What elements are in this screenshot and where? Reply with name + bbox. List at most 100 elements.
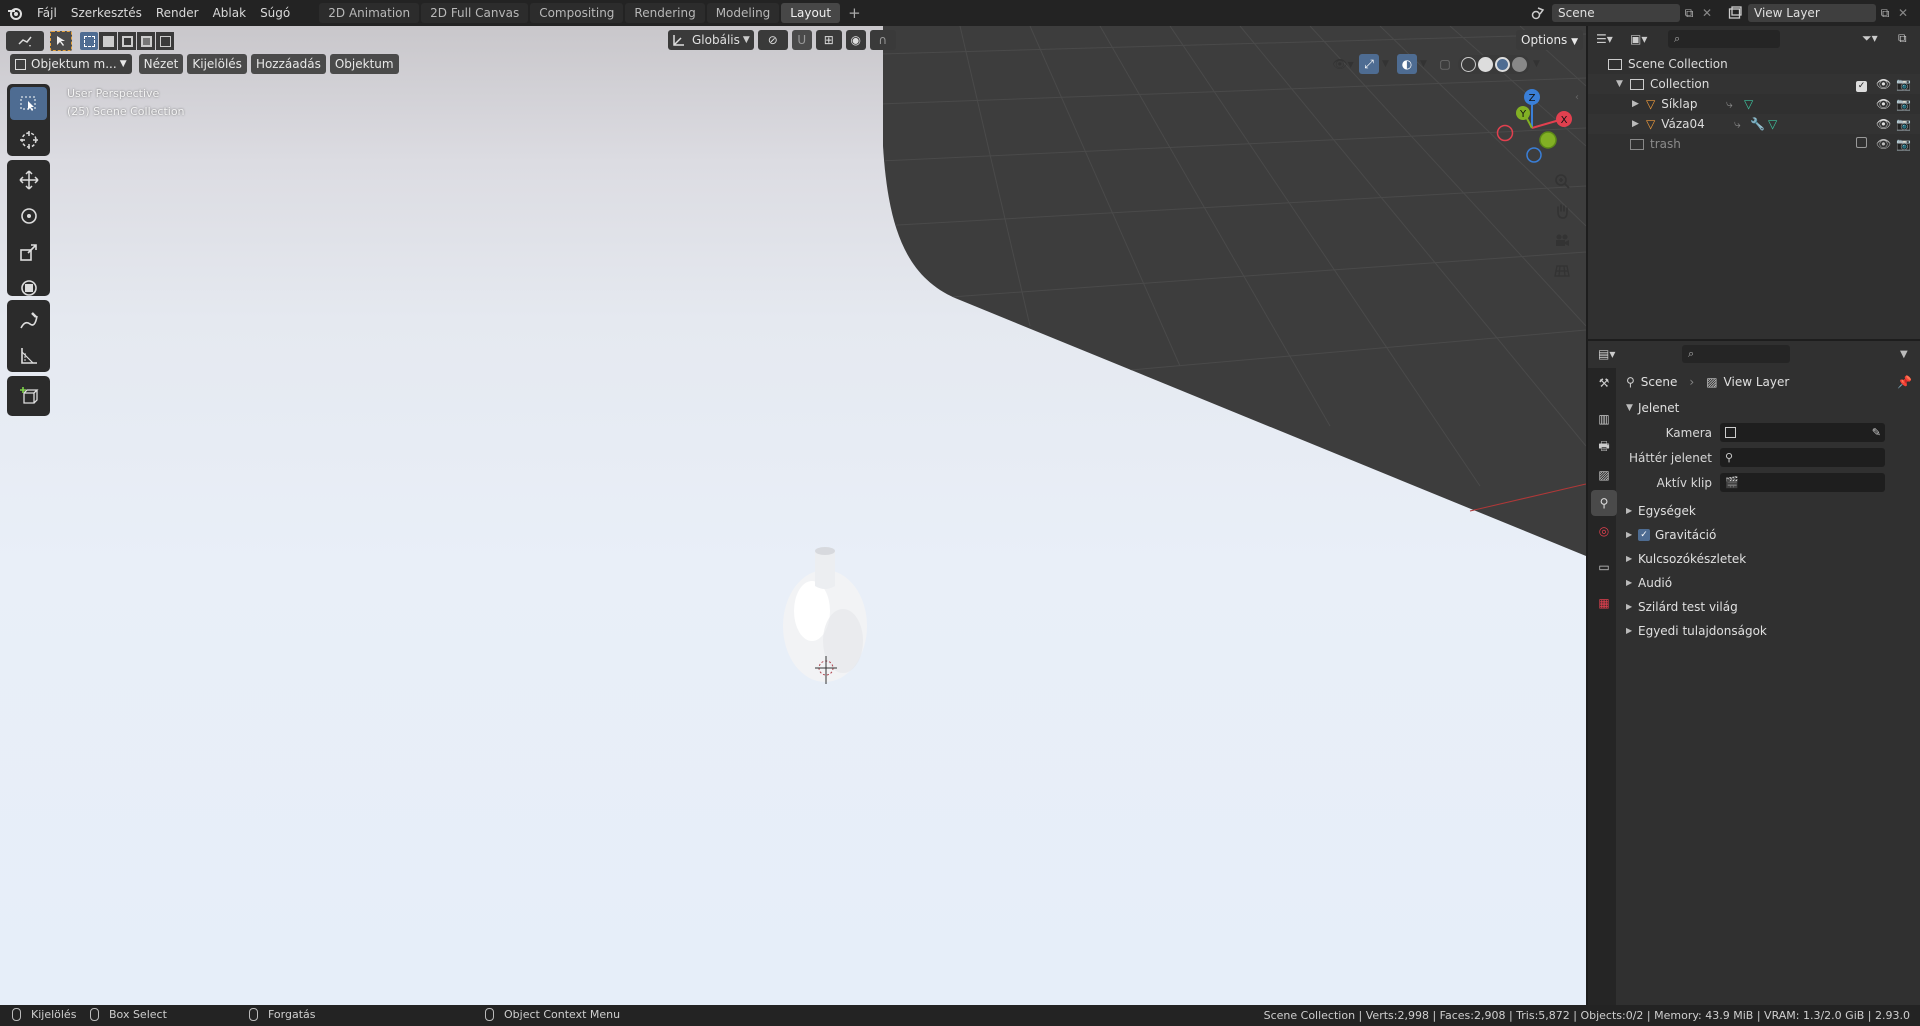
navigation-gizmo[interactable]: Z X Y	[1492, 86, 1574, 168]
properties-editor-type-icon[interactable]: ▤▾	[1598, 347, 1628, 361]
outliner-row-siklap[interactable]: ▶ ▽ Síklap ⤷ ▽ 👁 📷	[1588, 94, 1920, 114]
transform-orientation-dropdown[interactable]: Globális ▼	[668, 30, 754, 50]
tool-tab-icon[interactable]: ⚒	[1591, 370, 1617, 396]
measure-tool[interactable]	[10, 339, 47, 372]
background-scene-field[interactable]: ⚲	[1720, 448, 1885, 467]
select-mode-invert-button[interactable]	[137, 32, 155, 50]
menu-object[interactable]: Objektum	[329, 54, 399, 74]
delete-scene-icon[interactable]: ✕	[1698, 6, 1716, 20]
properties-search-field[interactable]: ⌕	[1682, 345, 1790, 363]
sidebar-toggle-icon[interactable]: ‹	[1575, 92, 1579, 103]
tab-2d-full-canvas[interactable]: 2D Full Canvas	[421, 3, 529, 23]
panel-rigid-body-world-header[interactable]: ▶ Szilárd test világ	[1616, 595, 1920, 619]
menu-edit[interactable]: Szerkesztés	[64, 0, 149, 26]
expand-arrow-icon[interactable]: ▶	[1632, 114, 1646, 134]
menu-help[interactable]: Súgó	[253, 0, 297, 26]
world-tab-icon[interactable]: ◎	[1591, 518, 1617, 544]
zoom-icon[interactable]	[1549, 168, 1575, 194]
snap-toggle-icon[interactable]: ᑌ	[791, 30, 812, 50]
panel-custom-properties-header[interactable]: ▶ Egyedi tulajdonságok	[1616, 619, 1920, 643]
select-mode-intersect-button[interactable]	[156, 32, 174, 50]
eye-icon[interactable]: 👁	[1876, 134, 1891, 154]
select-box-tool[interactable]	[10, 87, 47, 120]
gizmo-toggle-icon[interactable]: ⤢	[1359, 54, 1379, 74]
rotate-tool[interactable]	[10, 199, 47, 232]
outliner-search-field[interactable]: ⌕	[1668, 29, 1780, 48]
menu-window[interactable]: Ablak	[206, 0, 253, 26]
select-mode-new-button[interactable]	[80, 32, 98, 50]
panel-units-header[interactable]: ▶ Egységek	[1616, 499, 1920, 523]
outliner-row-trash[interactable]: trash 👁 📷	[1588, 134, 1920, 154]
collection-tab-icon[interactable]: ▭	[1591, 554, 1617, 580]
tab-rendering[interactable]: Rendering	[625, 3, 705, 23]
menu-render[interactable]: Render	[149, 0, 206, 26]
view-layer-icon[interactable]	[1722, 3, 1748, 23]
cursor-tool[interactable]	[10, 123, 47, 156]
display-mode-icon[interactable]: ▣▾	[1630, 32, 1658, 46]
active-clip-field[interactable]: 🎬	[1720, 473, 1885, 492]
select-mode-subtract-button[interactable]	[118, 32, 136, 50]
scene-name-field[interactable]: Scene	[1552, 4, 1680, 22]
new-scene-icon[interactable]: ⧉	[1680, 6, 1698, 21]
scene-tab-icon[interactable]: ⚲	[1591, 490, 1617, 516]
camera-render-icon[interactable]: 📷	[1896, 134, 1911, 154]
filter-icon[interactable]: ⏷▾	[1862, 31, 1892, 46]
camera-view-icon[interactable]	[1549, 228, 1575, 254]
render-tab-icon[interactable]: ▥	[1591, 406, 1617, 432]
panel-audio-header[interactable]: ▶ Audió	[1616, 571, 1920, 595]
camera-render-icon[interactable]: 📷	[1896, 74, 1911, 94]
proportional-edit-icon[interactable]: ◉	[845, 30, 866, 50]
object-mode-dropdown[interactable]: Objektum m... ▼	[10, 54, 132, 74]
chevron-down-icon[interactable]: ▼	[1900, 349, 1920, 360]
options-button[interactable]: Options ▼	[1516, 30, 1584, 50]
menu-view[interactable]: Nézet	[138, 54, 184, 74]
panel-scene-header[interactable]: ▼ Jelenet	[1616, 396, 1920, 420]
tab-modeling[interactable]: Modeling	[706, 3, 780, 23]
camera-field[interactable]: ✎	[1720, 423, 1885, 442]
gravity-checkbox[interactable]: ✓	[1638, 529, 1650, 541]
material-shading-icon[interactable]	[1495, 56, 1510, 72]
exclude-checkbox-icon[interactable]: ✓	[1856, 74, 1867, 94]
expand-arrow-icon[interactable]: ▶	[1632, 94, 1646, 114]
editor-type-button[interactable]	[6, 31, 44, 51]
new-collection-icon[interactable]: ⧉	[1898, 31, 1920, 46]
view-layer-name-field[interactable]: View Layer	[1748, 4, 1876, 22]
panel-gravity-header[interactable]: ▶ ✓ Gravitáció	[1616, 523, 1920, 547]
outliner-editor-type-icon[interactable]: ☰▾	[1596, 32, 1624, 46]
pivot-point-icon[interactable]: ⊘	[757, 30, 788, 50]
output-tab-icon[interactable]: 🖶	[1591, 434, 1617, 460]
exclude-checkbox-icon[interactable]	[1856, 134, 1867, 154]
annotate-tool[interactable]	[10, 303, 47, 336]
ortho-grid-icon[interactable]	[1549, 258, 1575, 284]
wireframe-shading-icon[interactable]	[1461, 56, 1476, 72]
view-layer-tab-icon[interactable]: ▨	[1591, 462, 1617, 488]
gizmo-dropdown-icon[interactable]: ▼	[1382, 59, 1394, 69]
move-tool[interactable]	[10, 163, 47, 196]
select-mode-tweak-button[interactable]	[50, 31, 72, 51]
pan-hand-icon[interactable]	[1549, 198, 1575, 224]
rendered-shading-icon[interactable]	[1512, 56, 1527, 72]
shading-dropdown-icon[interactable]: ▼	[1533, 59, 1545, 69]
new-view-layer-icon[interactable]: ⧉	[1876, 6, 1894, 21]
tab-compositing[interactable]: Compositing	[530, 3, 624, 23]
select-mode-extend-button[interactable]	[99, 32, 117, 50]
outliner-row-vaza04[interactable]: ▶ ▽ Váza04 ⤷ 🔧 ▽ 👁 📷	[1588, 114, 1920, 134]
overlay-toggle-icon[interactable]: ◐	[1397, 54, 1417, 74]
snap-target-icon[interactable]: ⊞	[815, 30, 842, 50]
pin-icon[interactable]: 📌	[1897, 375, 1912, 389]
expand-arrow-icon[interactable]: ▼	[1616, 74, 1630, 94]
camera-render-icon[interactable]: 📷	[1896, 114, 1911, 134]
tab-layout[interactable]: Layout	[781, 3, 841, 23]
3d-viewport[interactable]: Globális ▼ ⊘ ᑌ ⊞ ◉ ∩ Options ▼ Objektum …	[0, 26, 1586, 1005]
xray-toggle-icon[interactable]: ▢	[1435, 54, 1455, 74]
vase-object[interactable]	[783, 547, 867, 682]
eye-icon[interactable]: 👁	[1876, 74, 1891, 94]
outliner-row-scene-collection[interactable]: Scene Collection	[1588, 54, 1920, 74]
add-cube-tool[interactable]	[10, 379, 47, 412]
eye-icon[interactable]: 👁	[1876, 114, 1891, 134]
eyedropper-icon[interactable]: ✎	[1872, 421, 1881, 445]
falloff-curve-icon[interactable]: ∩	[869, 30, 896, 50]
menu-file[interactable]: Fájl	[30, 0, 64, 26]
overlay-dropdown-icon[interactable]: ▼	[1420, 59, 1432, 69]
scale-tool[interactable]	[10, 235, 47, 268]
